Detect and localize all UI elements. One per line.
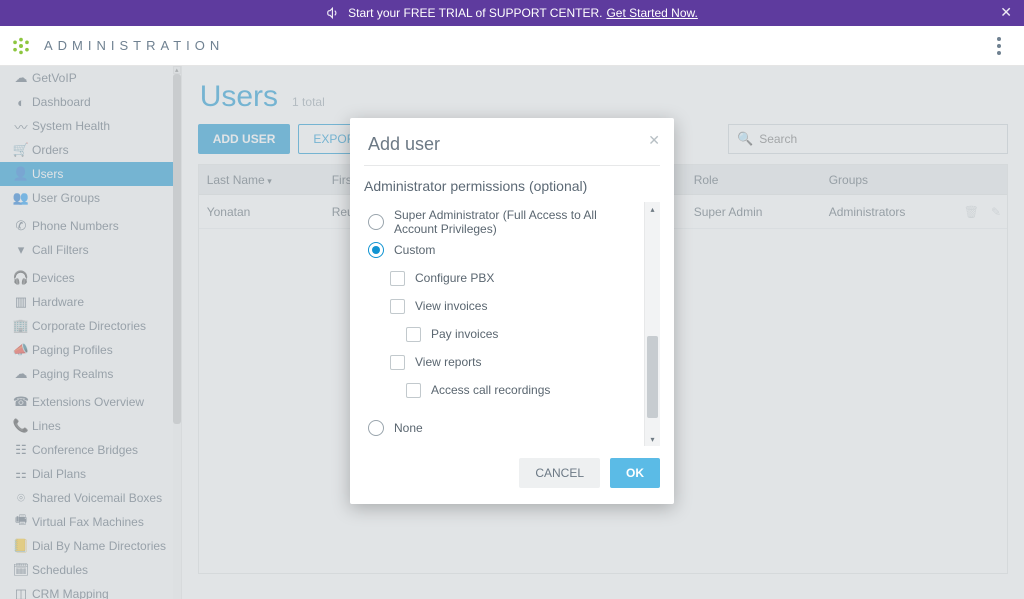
permission-configure-pbx[interactable]: Configure PBX bbox=[368, 264, 638, 292]
checkbox-icon bbox=[406, 383, 421, 398]
radio-icon bbox=[368, 420, 384, 436]
permission-view-invoices[interactable]: View invoices bbox=[368, 292, 638, 320]
promo-text: Start your FREE TRIAL of SUPPORT CENTER. bbox=[348, 6, 602, 20]
permission-option-none[interactable]: None bbox=[368, 414, 638, 442]
modal-close-button[interactable]: ✕ bbox=[648, 132, 660, 149]
radio-icon bbox=[368, 242, 384, 258]
promo-banner: Start your FREE TRIAL of SUPPORT CENTER.… bbox=[0, 0, 1024, 26]
promo-link[interactable]: Get Started Now. bbox=[606, 6, 697, 20]
modal-section-title: Administrator permissions (optional) bbox=[364, 178, 587, 194]
megaphone-icon bbox=[326, 6, 340, 20]
ok-button[interactable]: OK bbox=[610, 458, 660, 488]
permission-pay-invoices[interactable]: Pay invoices bbox=[368, 320, 638, 348]
modal-backdrop: Add user ✕ Administrator permissions (op… bbox=[0, 66, 1024, 599]
permission-option-super[interactable]: Super Administrator (Full Access to All … bbox=[368, 208, 638, 236]
header-more-button[interactable] bbox=[984, 37, 1014, 55]
permission-option-custom[interactable]: Custom bbox=[368, 236, 638, 264]
permission-access-recordings[interactable]: Access call recordings bbox=[368, 376, 638, 404]
app-header: ADMINISTRATION bbox=[0, 26, 1024, 66]
modal-scrollbar[interactable]: ▴ ▾ bbox=[644, 202, 660, 446]
checkbox-icon bbox=[390, 271, 405, 286]
promo-close-button[interactable]: ✕ bbox=[1000, 4, 1012, 21]
scroll-down-icon[interactable]: ▾ bbox=[645, 432, 660, 446]
header-title: ADMINISTRATION bbox=[44, 38, 224, 53]
radio-icon bbox=[368, 214, 384, 230]
logo-icon bbox=[10, 35, 32, 57]
modal-title: Add user bbox=[368, 134, 656, 155]
checkbox-icon bbox=[390, 299, 405, 314]
checkbox-icon bbox=[390, 355, 405, 370]
cancel-button[interactable]: CANCEL bbox=[519, 458, 600, 488]
checkbox-icon bbox=[406, 327, 421, 342]
scroll-up-icon[interactable]: ▴ bbox=[645, 202, 660, 216]
add-user-modal: Add user ✕ Administrator permissions (op… bbox=[350, 118, 674, 504]
permission-view-reports[interactable]: View reports bbox=[368, 348, 638, 376]
